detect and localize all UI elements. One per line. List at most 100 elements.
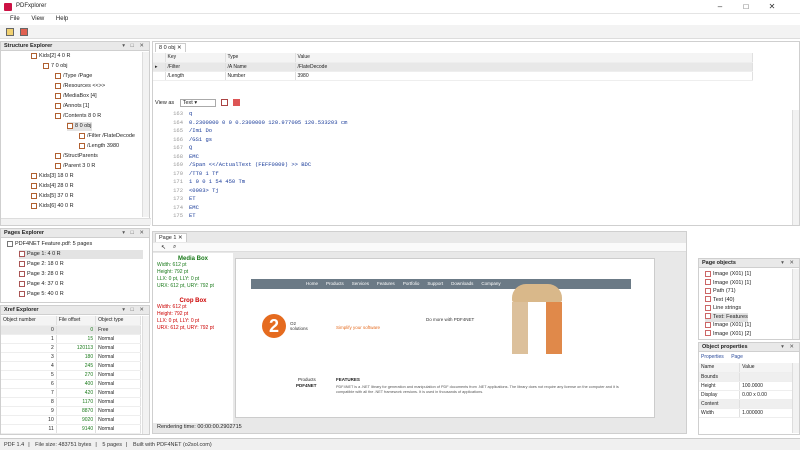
pdf-object-icon xyxy=(43,62,49,69)
page-item[interactable]: Page 3: 28 0 R xyxy=(19,270,143,279)
line-number: 174 xyxy=(173,203,183,211)
preview-products-title: Products xyxy=(298,377,316,382)
tab-object[interactable]: 8 0 obj ✕ xyxy=(155,43,186,52)
tree-item[interactable]: /Length 3980 xyxy=(79,142,119,151)
xref-scrollbar[interactable] xyxy=(142,316,149,434)
tree-item[interactable]: /MediaBox [4] xyxy=(55,92,97,101)
horizontal-scrollbar[interactable] xyxy=(1,218,151,225)
table-row[interactable]: 7 420 Normal xyxy=(1,388,141,398)
pointer-icon[interactable]: ↖ xyxy=(161,244,166,251)
property-row[interactable]: Bounds xyxy=(699,372,795,382)
table-row[interactable]: 3 180 Normal xyxy=(1,352,141,362)
cell: Normal xyxy=(95,343,141,353)
tree-item[interactable]: /Annots [1] xyxy=(55,102,89,111)
menu-bar: File View Help xyxy=(0,14,800,25)
tree-item-label: Kids[3] 18 0 R xyxy=(39,173,74,179)
box-info-line: Width: 612 pt xyxy=(157,262,187,268)
panel-controls-icon[interactable]: ▾ □ ✕ xyxy=(122,306,146,315)
page-objects-scrollbar[interactable] xyxy=(792,269,799,339)
panel-controls-icon[interactable]: ▾ ✕ xyxy=(781,259,796,268)
preview-navbar: Home Products Services Features Portfolio Sup… xyxy=(251,279,631,289)
cell: Free xyxy=(95,325,141,335)
decode-icon[interactable] xyxy=(221,99,229,107)
page-item[interactable]: Page 2: 18 0 R xyxy=(19,260,143,269)
zoom-icon[interactable]: ⌕ xyxy=(173,244,176,251)
panel-controls-icon[interactable]: ▾ □ ✕ xyxy=(122,229,146,238)
minimize-button[interactable]: – xyxy=(714,2,726,11)
tab-page[interactable]: Page 1 ✕ xyxy=(155,233,187,242)
pdf-object-icon xyxy=(31,52,37,59)
table-row[interactable]: ▸ /Filter /A Name /FlateDecode xyxy=(153,62,753,72)
tree-item-label: /Type /Page xyxy=(63,73,93,79)
expand-icon[interactable]: ▸ xyxy=(153,62,166,72)
table-row[interactable]: /Length Number 3980 xyxy=(153,71,753,81)
menu-file[interactable]: File xyxy=(10,16,20,22)
table-row[interactable]: 8 1170 Normal xyxy=(1,397,141,407)
tree-item[interactable]: 8 0 obj xyxy=(67,122,92,131)
tree-item[interactable]: /Filter /FlateDecode xyxy=(79,132,135,141)
props-grid: Name Value Bounds Height 100.0000 Display 0.… xyxy=(699,363,795,418)
table-row[interactable]: 5 270 Normal xyxy=(1,370,141,380)
cell: 3 xyxy=(1,352,57,362)
structure-tree: Kids[2] 4 0 R 7 0 obj/Type /Page/Resource… xyxy=(1,52,143,217)
cell: Normal xyxy=(95,415,141,425)
line-number: 163 xyxy=(173,110,183,117)
menu-help[interactable]: Help xyxy=(56,16,68,22)
page-item[interactable]: Page 4: 37 0 R xyxy=(19,280,143,289)
table-row[interactable]: 10 9020 Normal xyxy=(1,415,141,425)
table-row[interactable]: 2 120113 Normal xyxy=(1,343,141,353)
close-button[interactable]: ✕ xyxy=(766,2,778,11)
cell: /FlateDecode xyxy=(295,62,753,72)
tree-item[interactable]: 7 0 obj xyxy=(43,62,68,71)
pdf-object-icon xyxy=(55,152,61,159)
menu-view[interactable]: View xyxy=(31,16,44,22)
props-scrollbar[interactable] xyxy=(792,363,799,433)
table-row[interactable]: 0 0 Free xyxy=(1,325,141,335)
tree-item[interactable]: /Contents 8 0 R xyxy=(55,112,101,121)
tree-item[interactable]: Kids[4] 28 0 R xyxy=(31,182,74,191)
tree-item[interactable]: Kids[3] 18 0 R xyxy=(31,172,74,181)
page-object-item[interactable]: Image (X01) [2] xyxy=(705,330,751,339)
table-row[interactable]: 1 15 Normal xyxy=(1,334,141,344)
code-view[interactable]: 163 q 164 0.2300000 0 0 0.2300000 120.97700… xyxy=(153,110,791,225)
page-toolbar: ↖ ⌕ xyxy=(153,243,686,252)
pdf-object-icon xyxy=(31,182,37,189)
panel-controls-icon[interactable]: ▾ □ ✕ xyxy=(122,42,146,51)
panel-controls-icon[interactable]: ▾ ✕ xyxy=(781,343,796,352)
tree-item[interactable]: /Resources <<>> xyxy=(55,82,105,91)
open-file-icon[interactable] xyxy=(6,28,14,36)
table-row[interactable]: 6 400 Normal xyxy=(1,379,141,389)
tree-item[interactable]: /Type /Page xyxy=(55,72,92,81)
cell: 11 xyxy=(1,424,57,434)
page-object-label: Text: Features xyxy=(713,313,748,320)
page-object-label: Path (71) xyxy=(713,288,736,294)
grid-expand-col xyxy=(153,53,166,63)
tree-item[interactable]: Kids[6] 40 0 R xyxy=(31,202,74,211)
property-row[interactable]: Content xyxy=(699,399,795,409)
property-row[interactable]: Height 100.0000 xyxy=(699,381,795,391)
table-row[interactable]: 9 8870 Normal xyxy=(1,406,141,416)
page-item[interactable]: Page 1: 4 0 R xyxy=(19,250,143,259)
view-as-select[interactable]: Text ▾ xyxy=(179,98,216,107)
props-tab-properties[interactable]: Properties xyxy=(701,354,724,360)
table-row[interactable]: 4 245 Normal xyxy=(1,361,141,371)
property-row[interactable]: Display 0.00 x 0.00 xyxy=(699,390,795,400)
tree-item-label: /Parent 3 0 R xyxy=(63,163,96,169)
maximize-button[interactable]: □ xyxy=(740,2,752,11)
page-icon xyxy=(19,260,25,267)
property-row[interactable]: Width 1.000000 xyxy=(699,408,795,418)
tree-item[interactable]: /StructParents xyxy=(55,152,98,161)
props-tab-page[interactable]: Page xyxy=(731,354,743,360)
tree-item[interactable]: Kids[5] 37 0 R xyxy=(31,192,74,201)
code-scrollbar[interactable] xyxy=(792,110,799,225)
export-icon[interactable] xyxy=(20,28,28,36)
cell: Number xyxy=(225,71,296,81)
tree-item[interactable]: Kids[2] 4 0 R xyxy=(31,52,71,61)
save-stream-icon[interactable] xyxy=(232,99,240,107)
vertical-scrollbar[interactable] xyxy=(142,52,149,217)
page-item[interactable]: Page 5: 40 0 R xyxy=(19,290,143,299)
tree-item[interactable]: /Parent 3 0 R xyxy=(55,162,95,171)
table-row[interactable]: 11 9140 Normal xyxy=(1,424,141,434)
pages-root[interactable]: PDF4NET Feature.pdf: 5 pages xyxy=(7,240,92,249)
code-line: <0003> Tj xyxy=(189,186,219,194)
